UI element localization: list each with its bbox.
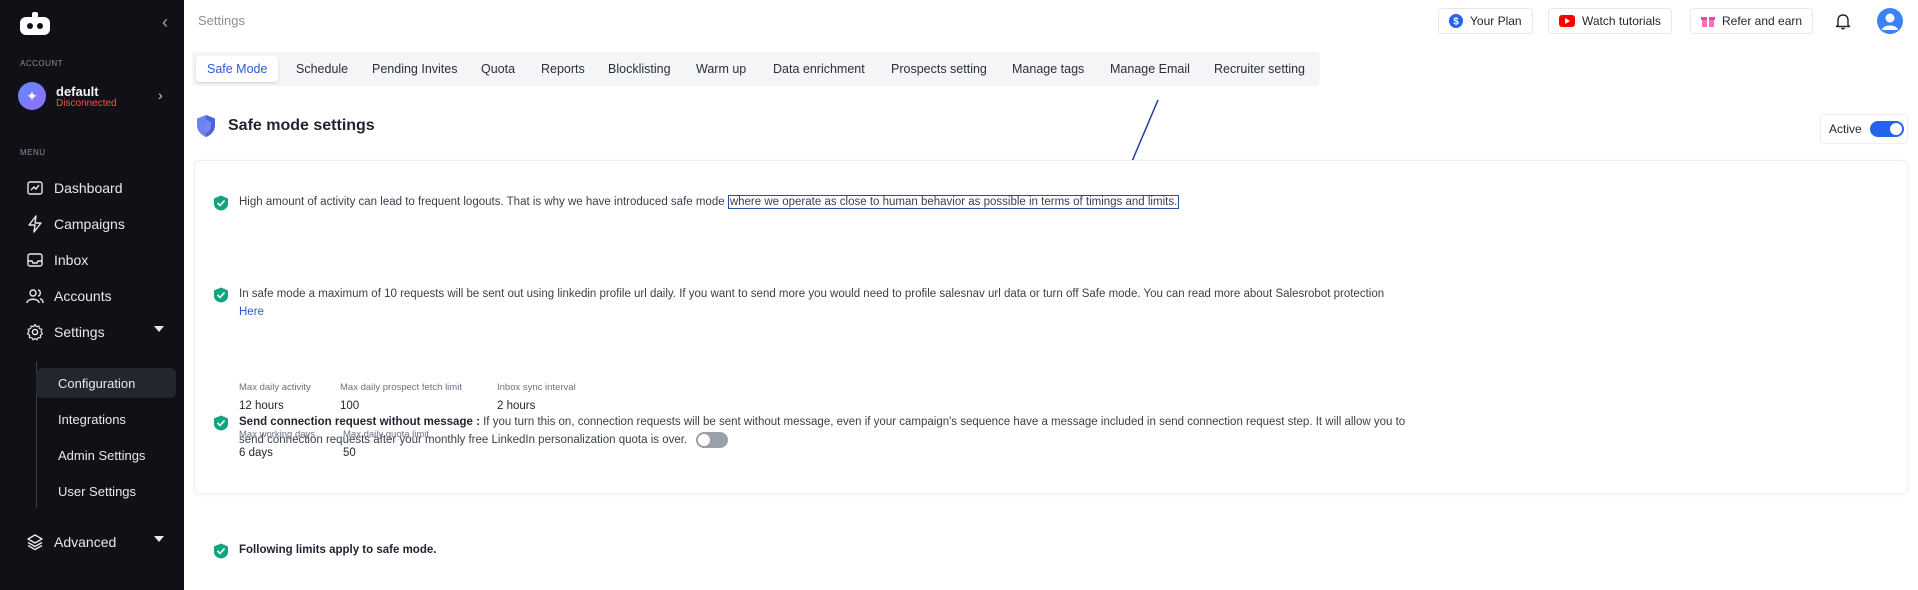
tab-safe-mode[interactable]: Safe Mode: [196, 56, 279, 82]
limit-max-daily-activity: Max daily activity 12 hours: [239, 382, 311, 412]
settings-tabs: Safe Mode Schedule Pending Invites Quota…: [192, 52, 1320, 86]
limit-label: Max daily activity: [239, 382, 311, 393]
info-text: High amount of activity can lead to freq…: [239, 193, 1839, 211]
sidebar-item-campaigns[interactable]: Campaigns: [26, 212, 176, 236]
watch-tutorials-button[interactable]: Watch tutorials: [1548, 8, 1672, 34]
sidebar-item-label: Inbox: [54, 252, 89, 268]
gift-icon: [1701, 14, 1715, 28]
sparkle-icon: ✦: [18, 82, 46, 110]
dollar-icon: $: [1449, 14, 1463, 28]
tab-blocklisting[interactable]: Blocklisting: [608, 56, 671, 82]
sidebar-item-label: Accounts: [54, 288, 112, 304]
sidebar-item-inbox[interactable]: Inbox: [26, 248, 176, 272]
your-plan-button[interactable]: $ Your Plan: [1438, 8, 1533, 34]
limit-value: 2 hours: [497, 400, 536, 412]
account-name: default: [56, 84, 99, 99]
limit-label: Max working days: [239, 429, 316, 440]
tab-manage-tags[interactable]: Manage tags: [1012, 56, 1084, 82]
limit-label: Inbox sync interval: [497, 382, 576, 393]
limit-value: 50: [343, 447, 356, 459]
limit-max-daily-quota: Max daily quota limit 50: [343, 429, 429, 459]
limit-max-prospect-fetch: Max daily prospect fetch limit 100: [340, 382, 462, 412]
toggle-switch-on[interactable]: [1869, 121, 1904, 137]
sidebar-item-dashboard[interactable]: Dashboard: [26, 176, 176, 200]
tab-warm-up[interactable]: Warm up: [696, 56, 746, 82]
tab-schedule[interactable]: Schedule: [296, 56, 348, 82]
safe-mode-header: Safe mode settings: [194, 114, 375, 138]
caret-down-icon: [154, 536, 164, 542]
account-section-label: ACCOUNT: [20, 59, 64, 68]
sidebar-item-label: Dashboard: [54, 180, 123, 196]
bell-icon[interactable]: [1834, 12, 1852, 30]
sidebar-subitem-admin-settings[interactable]: Admin Settings: [36, 440, 176, 470]
shield-icon: [197, 115, 215, 137]
safe-mode-title: Safe mode settings: [228, 117, 375, 134]
tab-data-enrichment[interactable]: Data enrichment: [773, 56, 865, 82]
top-bar: Settings $ Your Plan Watch tutorials Ref…: [184, 0, 1918, 44]
sidebar-item-label: Settings: [54, 324, 105, 340]
limit-value: 12 hours: [239, 400, 284, 412]
tab-reports[interactable]: Reports: [541, 56, 585, 82]
bolt-icon: [28, 215, 42, 233]
info1-text: High amount of activity can lead to freq…: [239, 196, 725, 208]
svg-text:$: $: [1453, 17, 1459, 28]
collapse-sidebar-icon[interactable]: ‹: [162, 13, 168, 31]
sidebar-item-advanced[interactable]: Advanced: [26, 530, 176, 554]
sidebar: ‹ ACCOUNT ✦ default Disconnected › MENU …: [0, 0, 184, 590]
sidebar-item-label: Campaigns: [54, 216, 125, 232]
layers-icon: [27, 534, 43, 551]
safe-mode-active-toggle[interactable]: Active: [1820, 114, 1908, 144]
users-icon: [26, 289, 44, 304]
limit-label: Max daily quota limit: [343, 429, 430, 440]
sidebar-subitem-integrations[interactable]: Integrations: [36, 404, 176, 434]
tab-recruiter-setting[interactable]: Recruiter setting: [1214, 56, 1305, 82]
limit-value: 6 days: [239, 447, 273, 459]
gear-icon: [26, 323, 44, 341]
user-avatar-icon[interactable]: [1877, 8, 1903, 34]
chevron-right-icon: ›: [158, 87, 163, 103]
inbox-icon: [27, 253, 43, 267]
refer-and-earn-label: Refer and earn: [1722, 14, 1803, 28]
tab-manage-email[interactable]: Manage Email: [1110, 56, 1190, 82]
info-row-connection: Send connection request without message …: [213, 287, 1813, 448]
shield-check-icon: [214, 195, 228, 211]
safe-mode-card: High amount of activity can lead to freq…: [194, 160, 1908, 559]
dashboard-icon: [27, 181, 43, 195]
info1-highlight: where we operate as close to human behav…: [727, 195, 1180, 209]
tab-prospects-setting[interactable]: Prospects setting: [891, 56, 987, 82]
sidebar-item-label: Advanced: [54, 534, 117, 550]
sidebar-item-settings[interactable]: Settings: [26, 320, 176, 344]
limit-inbox-sync-interval: Inbox sync interval 2 hours: [497, 382, 576, 412]
tab-pending-invites[interactable]: Pending Invites: [372, 56, 457, 82]
your-plan-label: Your Plan: [1470, 14, 1522, 28]
limit-max-working-days: Max working days 6 days: [239, 429, 315, 459]
limits-section: Following limits apply to safe mode.: [213, 351, 1813, 559]
limits-title: Following limits apply to safe mode.: [239, 544, 437, 556]
active-label: Active: [1829, 122, 1862, 136]
info-row-requests: In safe mode a maximum of 10 requests wi…: [213, 223, 1813, 318]
limit-label: Max daily prospect fetch limit: [340, 382, 462, 393]
info-row-activity: High amount of activity can lead to freq…: [213, 177, 1813, 211]
account-status: Disconnected: [56, 98, 117, 109]
tab-quota[interactable]: Quota: [481, 56, 515, 82]
shield-check-icon: [214, 543, 228, 559]
menu-section-label: MENU: [20, 148, 46, 157]
robot-logo-icon[interactable]: [18, 12, 52, 36]
youtube-icon: [1559, 15, 1575, 27]
sidebar-subitem-user-settings[interactable]: User Settings: [36, 476, 176, 506]
account-switcher[interactable]: ✦ default Disconnected ›: [18, 82, 170, 112]
caret-down-icon: [154, 326, 164, 332]
sidebar-subitem-configuration[interactable]: Configuration: [36, 368, 176, 398]
refer-and-earn-button[interactable]: Refer and earn: [1690, 8, 1814, 34]
watch-tutorials-label: Watch tutorials: [1582, 14, 1661, 28]
limit-value: 100: [340, 400, 360, 412]
sidebar-item-accounts[interactable]: Accounts: [26, 284, 176, 308]
page-title: Settings: [198, 13, 245, 28]
